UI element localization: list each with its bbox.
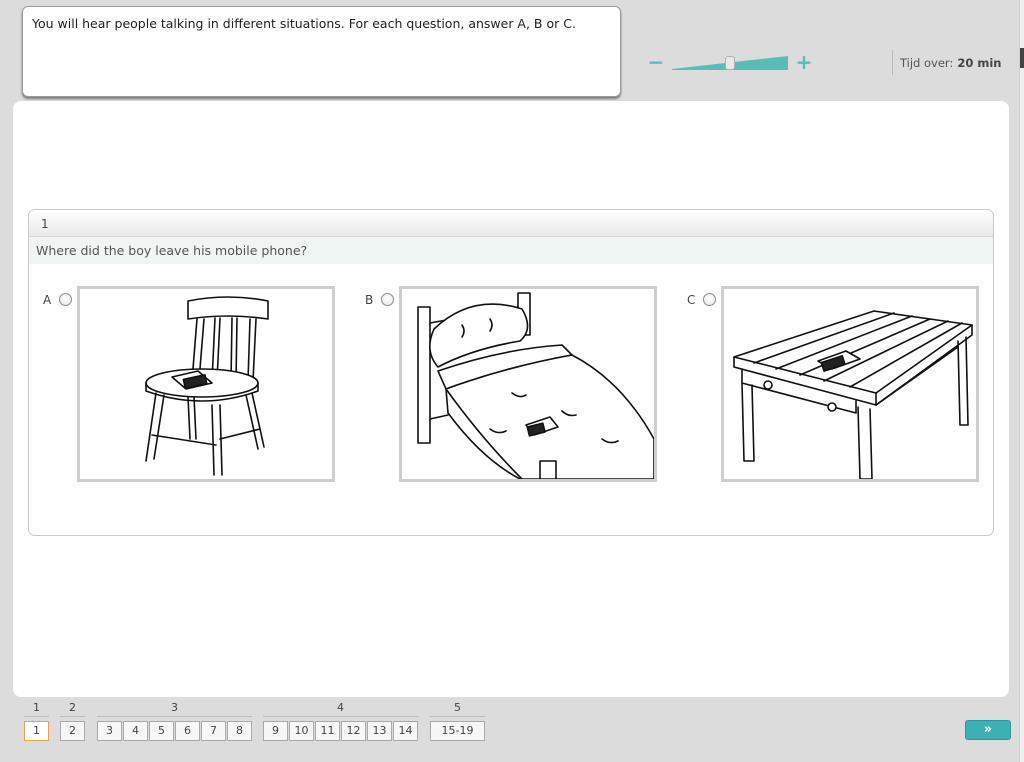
option-a-letter: A [43,293,52,307]
question-card: 1 Where did the boy leave his mobile pho… [28,209,994,536]
option-b-letter: B [365,293,374,307]
option-b-image[interactable] [399,286,657,482]
volume-control[interactable]: − + [646,52,818,74]
nav-button-13[interactable]: 13 [367,721,392,741]
nav-button-6[interactable]: 6 [175,721,200,741]
part-label-3: 3 [171,701,178,714]
volume-slider-thumb[interactable] [725,56,735,70]
content-panel: 1 Where did the boy leave his mobile pho… [13,101,1009,697]
plus-icon[interactable]: + [795,52,813,72]
nav-button-3[interactable]: 3 [97,721,122,741]
nav-button-2[interactable]: 2 [60,721,85,741]
instructions-box: You will hear people talking in differen… [22,6,621,97]
option-b-radio[interactable] [381,293,394,306]
time-remaining-value: 20 min [957,56,1002,70]
part-divider [60,716,85,717]
part-label-4: 4 [337,701,344,714]
nav-button-7[interactable]: 7 [201,721,226,741]
bed-with-phone-illustration [417,292,654,479]
nav-button-8[interactable]: 8 [227,721,252,741]
nav-button-5[interactable]: 5 [149,721,174,741]
part-divider [97,716,252,717]
part-label-2: 2 [69,701,76,714]
time-remaining-label: Tijd over: [900,56,954,70]
nav-button-14[interactable]: 14 [393,721,418,741]
window-edge [1019,0,1024,762]
double-chevron-right-icon: » [983,722,993,737]
nav-button-15-19[interactable]: 15-19 [430,721,485,741]
nav-button-10[interactable]: 10 [289,721,314,741]
option-a-image[interactable] [77,286,335,482]
chair-with-phone-illustration [145,296,269,476]
time-remaining: Tijd over: 20 min [900,56,1001,70]
nav-button-12[interactable]: 12 [341,721,366,741]
option-c-radio[interactable] [703,293,716,306]
part-divider [430,716,485,717]
next-button[interactable]: » [965,720,1011,740]
question-number: 1 [29,210,993,237]
table-with-phone-illustration [733,310,973,479]
nav-button-11[interactable]: 11 [315,721,340,741]
instructions-text: You will hear people talking in differen… [32,16,576,31]
window-edge-marker [1020,48,1024,68]
nav-button-4[interactable]: 4 [123,721,148,741]
header-divider [892,50,893,75]
part-label-5: 5 [454,701,461,714]
nav-button-1[interactable]: 1 [24,721,49,741]
option-c-letter: C [687,293,696,307]
question-text: Where did the boy leave his mobile phone… [29,237,993,264]
part-label-1: 1 [33,701,40,714]
question-navigation: 1 2 3 4 5 1 2 3 4 5 6 7 8 9 10 11 12 13 … [0,697,1024,762]
part-divider [24,716,49,717]
part-divider [263,716,419,717]
nav-button-9[interactable]: 9 [263,721,288,741]
option-c-image[interactable] [721,286,979,482]
minus-icon[interactable]: − [647,52,665,72]
option-a-radio[interactable] [59,293,72,306]
